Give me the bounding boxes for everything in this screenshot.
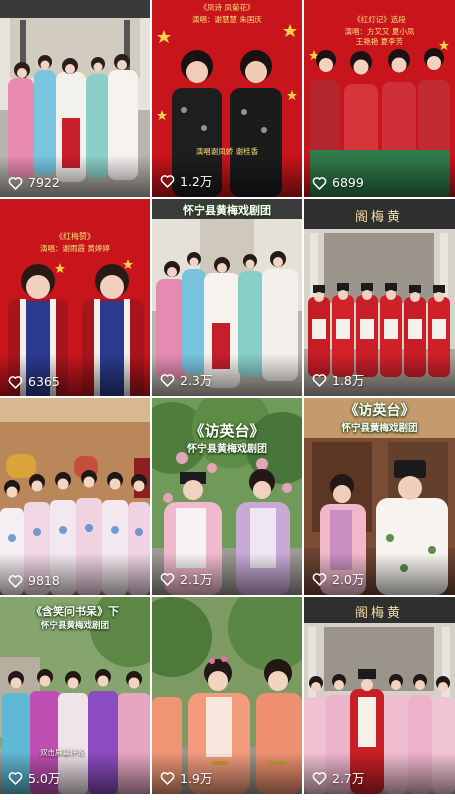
like-count-text: 2.3万 [180,373,213,388]
video-thumbnail[interactable]: 《访英台》 怀宁县黄梅戏剧团 2.1万 [152,398,302,595]
video-caption-troupe: 怀宁县黄梅戏剧团 [183,204,271,217]
video-thumbnail[interactable]: 1.9万 [152,597,302,794]
heart-outline-icon [312,373,327,387]
video-caption-title: 《红灯记》选段 [353,15,406,24]
like-count-text: 1.2万 [180,174,213,189]
like-count-text: 5.0万 [28,771,61,786]
like-count-text: 2.0万 [332,572,365,587]
video-caption-performers-2: 王艳艳 夏李芳 [355,37,404,46]
heart-outline-icon [312,572,327,586]
like-count-text: 7922 [28,175,60,190]
heart-outline-icon [8,375,23,389]
like-count: 1.9万 [160,768,212,787]
video-thumbnail[interactable]: 《凤诗 凤菊花》 演唱：谢慧慧 朱国庆 演唱谢凤娇 谢桂香 1.2万 [152,0,302,197]
video-thumbnail[interactable]: 《红灯记》选段 演唱：方又又 夏小凤 王艳艳 夏李芳 6899 [304,0,455,197]
video-thumbnail[interactable]: 《含笑问书呆》下 怀宁县黄梅戏剧团 双击屏幕评论 5.0万 [0,597,150,794]
video-thumbnail[interactable]: 怀宁县黄梅戏剧团 2.3万 [152,199,302,396]
like-count: 1.8万 [312,370,364,389]
heart-outline-icon [8,574,23,588]
video-caption-troupe: 怀宁县黄梅戏剧团 [40,621,109,631]
like-count-text: 9818 [28,573,60,588]
like-count: 2.0万 [312,569,364,588]
heart-outline-icon [8,176,23,190]
like-count: 6899 [312,175,364,190]
video-caption-troupe: 怀宁县黄梅戏剧团 [187,444,267,455]
video-caption-title: 《凤诗 凤菊花》 [199,3,255,12]
heart-outline-icon [160,572,175,586]
video-thumbnail[interactable]: 9818 [0,398,150,595]
like-count: 5.0万 [8,768,60,787]
like-count: 2.3万 [160,370,212,389]
heart-outline-icon [160,373,175,387]
like-count-text: 1.9万 [180,771,213,786]
like-count-text: 6365 [28,374,60,389]
heart-outline-icon [160,771,175,785]
video-caption-title: 《访英台》 [344,403,415,419]
video-thumbnail[interactable]: 阁梅黄 1.8万 [304,199,455,396]
video-caption-performers: 演唱：谢慧慧 朱国庆 [192,15,262,24]
heart-outline-icon [8,771,23,785]
heart-outline-icon [160,174,175,188]
video-thumbnail[interactable]: 《红梅赞》 演唱：谢雨霞 黄婷婷 6365 [0,199,150,396]
video-caption-performers: 演唱：谢雨霞 黄婷婷 [40,244,110,253]
like-count-text: 6899 [332,175,364,190]
like-count: 6365 [8,374,60,389]
like-count: 2.1万 [160,569,212,588]
video-caption-title: 《红梅赞》 [55,232,95,241]
like-count: 1.2万 [160,171,212,190]
heart-outline-icon [312,176,327,190]
like-count-text: 2.7万 [332,771,365,786]
hall-sign-text: 阁梅黄 [354,606,403,621]
like-count: 2.7万 [312,768,364,787]
video-thumbnail[interactable]: 《访英台》 怀宁县黄梅戏剧团 2.0万 [304,398,455,595]
video-caption-title: 《含笑问书呆》下 [31,605,119,618]
video-thumbnail[interactable]: 阁梅黄 2.7万 [304,597,455,794]
video-caption-troupe: 怀宁县黄梅戏剧团 [341,423,418,434]
video-thumbnail[interactable]: 7922 [0,0,150,197]
like-count-text: 2.1万 [180,572,213,587]
heart-outline-icon [312,771,327,785]
like-count-text: 1.8万 [332,373,365,388]
video-caption-title: 《访英台》 [189,422,265,440]
hall-sign-text: 阁梅黄 [354,210,403,225]
video-grid: 7922 《凤诗 凤菊花》 演唱：谢慧慧 朱国庆 演唱谢凤娇 谢桂香 1.2万 [0,0,455,800]
like-count: 7922 [8,175,60,190]
like-count: 9818 [8,573,60,588]
